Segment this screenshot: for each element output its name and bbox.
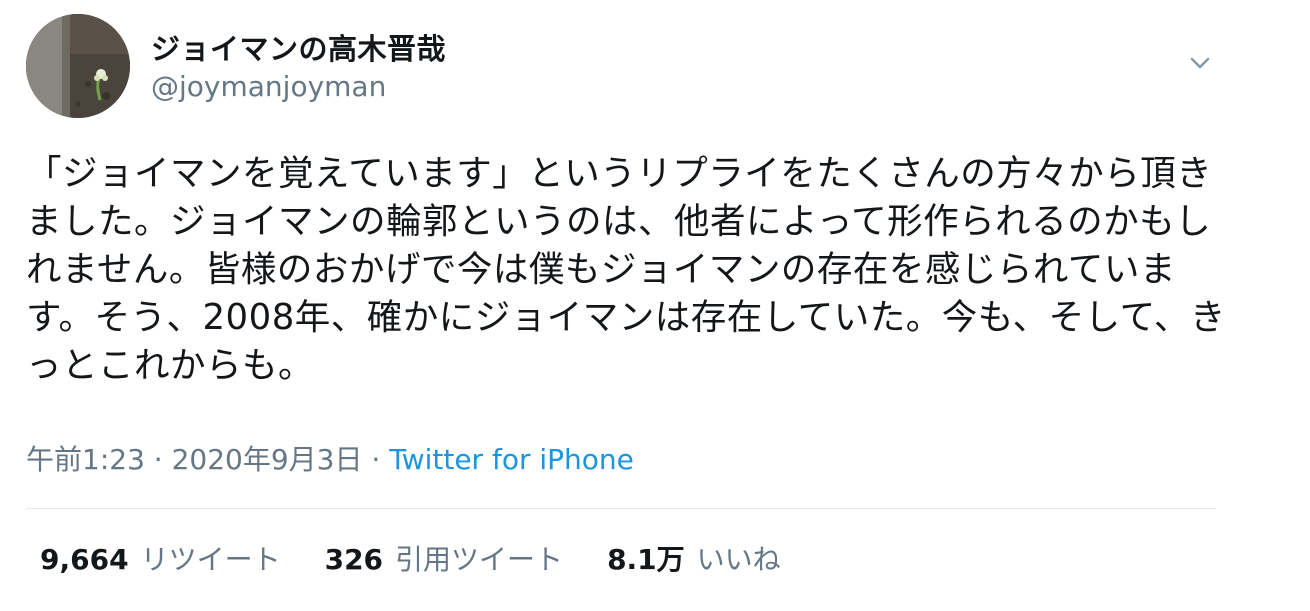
tweet-source-link[interactable]: Twitter for iPhone xyxy=(389,443,634,476)
quotes-stat[interactable]: 326 引用ツイート xyxy=(325,538,563,578)
user-handle[interactable]: @joymanjoyman xyxy=(151,70,386,103)
chevron-down-icon xyxy=(1190,57,1210,69)
likes-stat[interactable]: 8.1万 いいね xyxy=(607,538,781,578)
meta-separator: · xyxy=(153,443,163,476)
retweets-label: リツイート xyxy=(140,543,281,576)
tweet-menu-button[interactable] xyxy=(1183,46,1217,80)
retweets-count: 9,664 xyxy=(40,543,129,576)
tweet-text: 「ジョイマンを覚えています」というリプライをたくさんの方々から頂きました。ジョイ… xyxy=(26,153,1226,386)
tweet-date[interactable]: 2020年9月3日 xyxy=(172,443,363,476)
display-name[interactable]: ジョイマンの高木晋哉 xyxy=(151,26,446,68)
tweet-meta: 午前1:23 · 2020年9月3日 · Twitter for iPhone xyxy=(26,438,634,478)
tweet-time[interactable]: 午前1:23 xyxy=(26,443,145,476)
retweets-stat[interactable]: 9,664 リツイート xyxy=(40,538,281,578)
quotes-label: 引用ツイート xyxy=(395,543,564,576)
divider xyxy=(26,508,1216,509)
likes-label: いいね xyxy=(696,543,781,576)
likes-count: 8.1万 xyxy=(607,543,685,576)
tweet-stats: 9,664 リツイート 326 引用ツイート 8.1万 いいね xyxy=(40,538,825,578)
tweet-card: ジョイマンの高木晋哉 @joymanjoyman 「ジョイマンを覚えています」と… xyxy=(0,0,1310,611)
meta-separator: · xyxy=(371,443,381,476)
quotes-count: 326 xyxy=(324,543,384,576)
avatar-photo xyxy=(26,14,130,118)
avatar[interactable] xyxy=(26,14,130,118)
